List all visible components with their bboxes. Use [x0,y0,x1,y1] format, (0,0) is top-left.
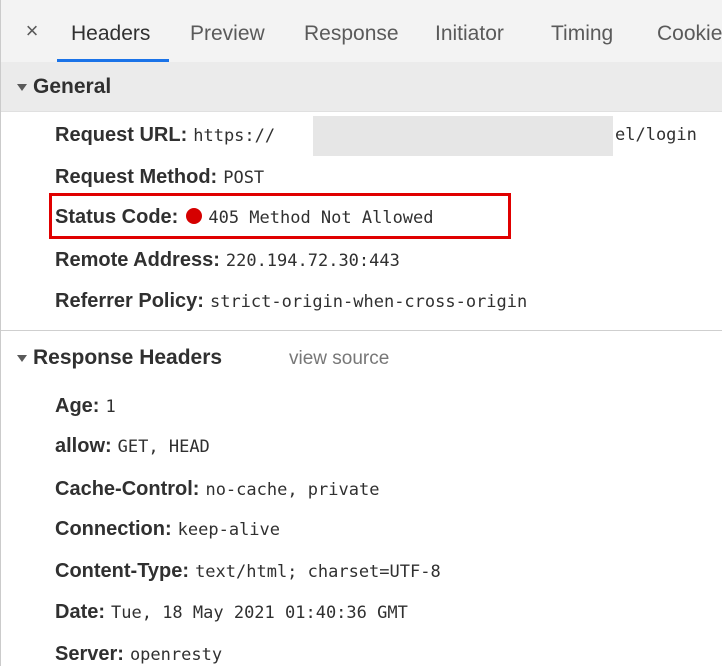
remote-address-row: Remote Address: 220.194.72.30:443 [55,249,400,272]
header-row: Content-Type: text/html; charset=UTF-8 [55,560,441,583]
referrer-policy-value: strict-origin-when-cross-origin [209,292,528,312]
header-value: no-cache, private [205,480,380,500]
general-section-header[interactable]: General [1,62,722,112]
referrer-policy-label: Referrer Policy: [55,290,204,312]
response-headers-title: Response Headers [33,346,223,369]
remote-address-label: Remote Address: [55,249,220,271]
header-key: allow: [55,435,112,457]
header-row: Connection: keep-alive [55,518,280,541]
remote-address-value: 220.194.72.30:443 [225,251,400,271]
expand-triangle-icon [17,354,27,362]
referrer-policy-row: Referrer Policy: strict-origin-when-cross… [55,290,527,313]
header-key: Date: [55,601,106,623]
header-key: Cache-Control: [55,478,200,500]
devtools-headers-panel: × Headers Preview Response Initiator Tim… [0,0,722,666]
tab-headers[interactable]: Headers [71,21,150,47]
header-key: Age: [55,395,100,417]
tab-cookies[interactable]: Cookie [657,21,722,47]
request-url-value: https:// [193,126,276,146]
header-value: text/html; charset=UTF-8 [195,562,441,582]
header-row: Cache-Control: no-cache, private [55,478,379,501]
header-row: Server: openresty [55,643,222,666]
header-value: Tue, 18 May 2021 01:40:36 GMT [111,603,408,623]
tab-initiator[interactable]: Initiator [435,21,504,47]
request-url-end: el/login [615,125,697,145]
tab-response[interactable]: Response [304,21,399,47]
header-key: Server: [55,643,124,665]
request-method-row: Request Method: POST [55,166,264,189]
header-key: Connection: [55,518,172,540]
header-key: Content-Type: [55,560,190,582]
header-value: 1 [105,397,116,417]
header-row: Age: 1 [55,395,116,418]
header-value: keep-alive [177,520,281,540]
general-title: General [33,75,112,98]
expand-triangle-icon [17,83,27,91]
tab-bar: × Headers Preview Response Initiator Tim… [1,0,722,63]
header-row: Date: Tue, 18 May 2021 01:40:36 GMT [55,601,408,624]
request-method-value: POST [223,168,265,188]
response-headers-section-header[interactable]: Response Headers view source [1,330,722,382]
request-url-label: Request URL: [55,124,188,146]
status-highlight-box [49,193,511,239]
header-row: allow: GET, HEAD [55,435,210,458]
request-url-row: Request URL: https:// [55,124,275,147]
close-icon[interactable]: × [21,20,43,42]
redacted-url-block [313,116,613,156]
request-method-label: Request Method: [55,166,218,188]
header-value: GET, HEAD [117,437,210,457]
tab-preview[interactable]: Preview [190,21,265,47]
view-source-link[interactable]: view source [289,348,389,370]
tab-timing[interactable]: Timing [551,21,613,47]
header-value: openresty [129,645,223,665]
